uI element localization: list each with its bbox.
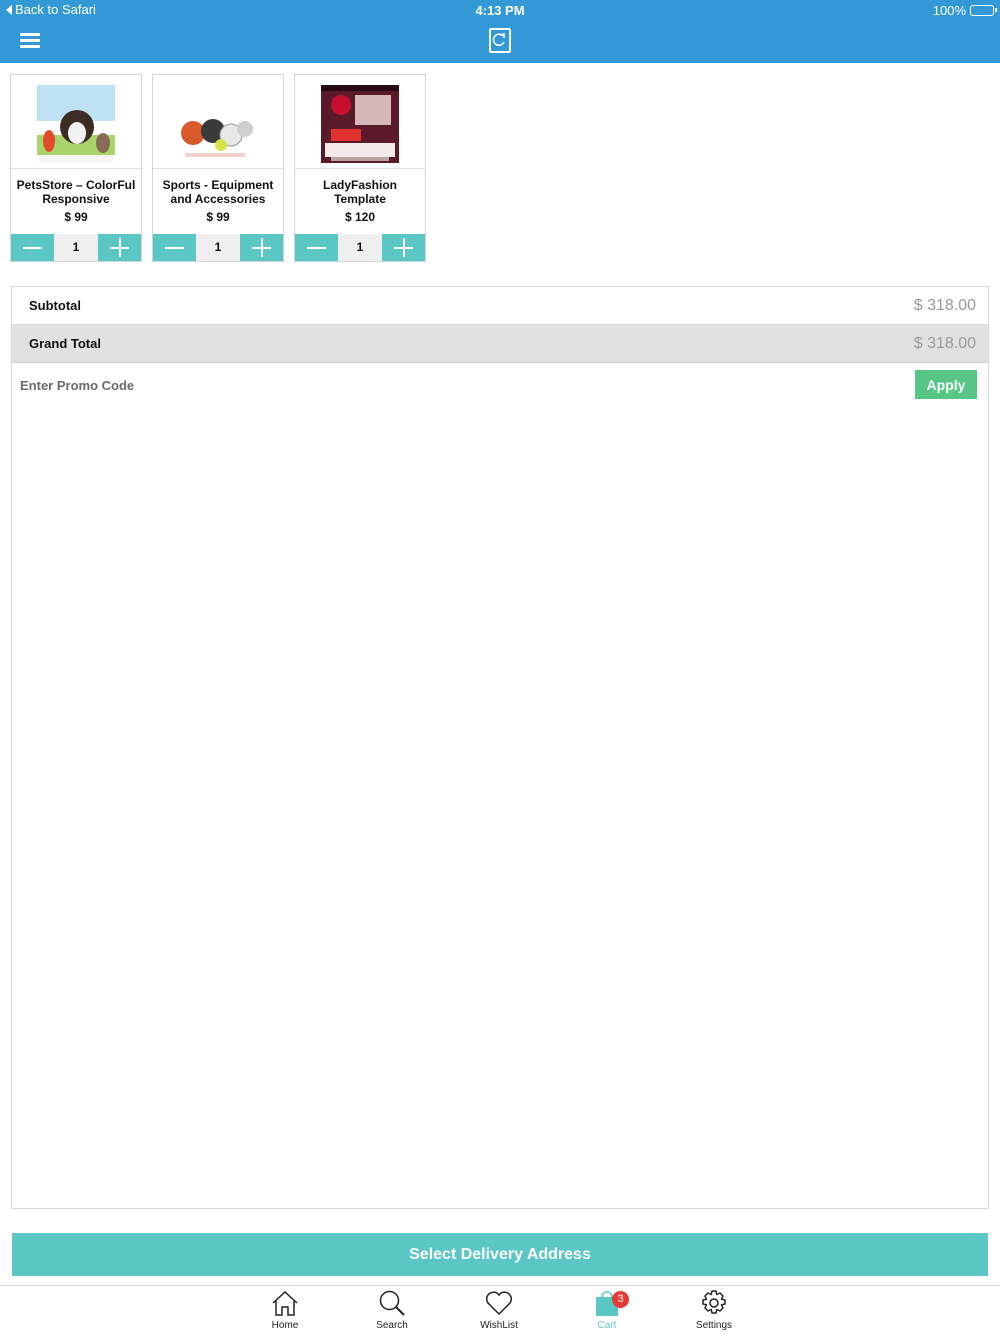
battery-icon [970,5,997,16]
top-bar: Back to Safari 4:13 PM 100% [0,0,1000,63]
product-name[interactable]: PetsStore – ColorFul Responsive Magento… [13,178,139,206]
tab-settings[interactable]: Settings [679,1288,749,1331]
promo-code-row: Apply [12,364,988,408]
tab-home-label: Home [271,1320,299,1331]
grand-total-row: Grand Total $ 318.00 [12,325,988,363]
grand-total-value: $ 318.00 [913,334,976,352]
apply-promo-button[interactable]: Apply [915,370,977,399]
gear-icon [702,1290,726,1314]
product-name[interactable]: Sports - Equipment and Accessories Mag… [155,178,281,206]
quantity-value[interactable]: 1 [338,234,382,261]
product-price: $ 99 [64,210,88,224]
increase-quantity-button[interactable] [382,234,425,261]
battery-percent: 100% [932,3,966,18]
heart-icon [485,1291,513,1316]
decrease-quantity-button[interactable] [153,234,196,261]
tab-search[interactable]: Search [357,1288,427,1331]
tab-wishlist-label: WishList [480,1320,518,1331]
battery-status: 100% [932,3,997,18]
product-image [37,85,115,163]
cart-items: PetsStore – ColorFul Responsive Magento…… [10,74,426,262]
subtotal-value: $ 318.00 [913,296,976,314]
product-image [179,85,257,163]
tab-home[interactable]: Home [250,1288,320,1331]
cart-count-badge: 3 [612,1291,629,1308]
increase-quantity-button[interactable] [98,234,141,261]
home-icon [272,1290,298,1316]
hamburger-menu-icon[interactable] [20,33,40,48]
product-image [321,85,399,163]
cart-item-card[interactable]: LadyFashion Template $ 120 1 [294,74,426,262]
order-summary-panel: Subtotal $ 318.00 Grand Total $ 318.00 A… [11,286,989,1209]
decrease-quantity-button[interactable] [295,234,338,261]
quantity-stepper: 1 [153,234,283,261]
increase-quantity-button[interactable] [240,234,283,261]
status-time: 4:13 PM [475,3,525,18]
subtotal-label: Subtotal [29,298,81,313]
tab-cart[interactable]: 3 Cart [572,1288,642,1331]
product-price: $ 120 [344,210,376,224]
promo-code-input[interactable] [20,372,720,398]
select-delivery-address-button[interactable]: Select Delivery Address [12,1233,988,1276]
tab-cart-label: Cart [597,1320,617,1331]
product-name[interactable]: LadyFashion Template [297,178,423,206]
product-price: $ 99 [206,210,230,224]
tab-settings-label: Settings [695,1320,733,1331]
app-logo-icon[interactable] [489,28,511,53]
quantity-value[interactable]: 1 [196,234,240,261]
grand-total-label: Grand Total [29,336,101,351]
cart-item-card[interactable]: Sports - Equipment and Accessories Mag… … [152,74,284,262]
quantity-value[interactable]: 1 [54,234,98,261]
subtotal-row: Subtotal $ 318.00 [12,287,988,325]
decrease-quantity-button[interactable] [11,234,54,261]
tab-wishlist[interactable]: WishList [464,1288,534,1331]
cart-item-card[interactable]: PetsStore – ColorFul Responsive Magento…… [10,74,142,262]
quantity-stepper: 1 [11,234,141,261]
tab-search-label: Search [376,1320,408,1331]
quantity-stepper: 1 [295,234,425,261]
bottom-tab-bar: Home Search WishList 3 Cart Settings [0,1285,1000,1334]
search-icon [379,1290,405,1316]
